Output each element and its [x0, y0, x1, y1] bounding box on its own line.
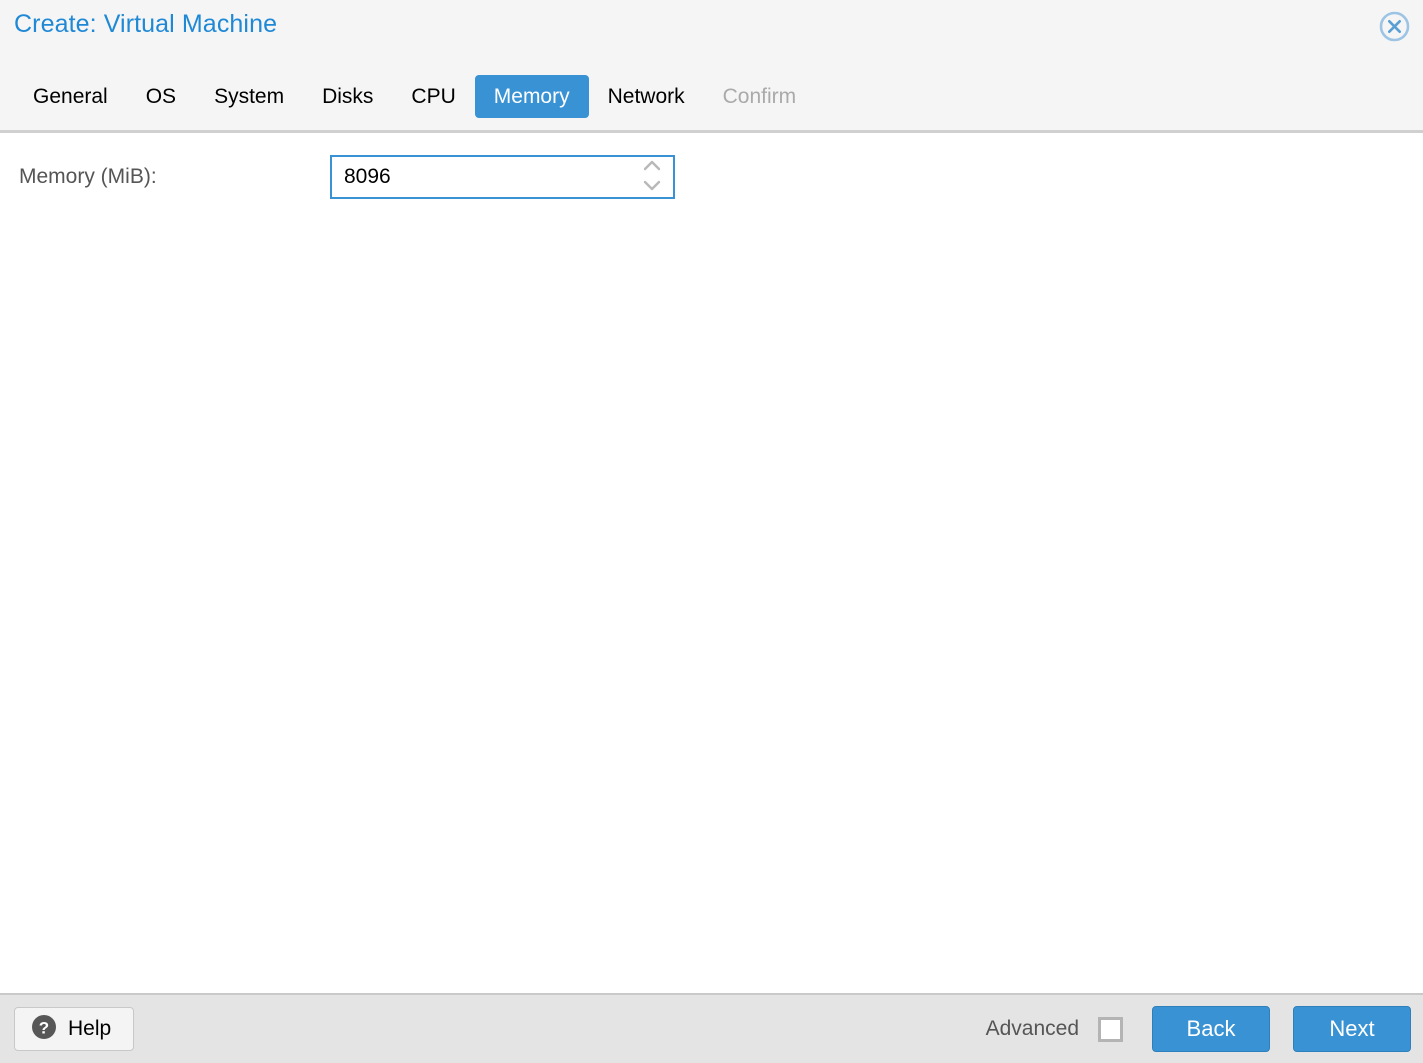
tab-os[interactable]: OS	[127, 75, 195, 118]
back-button[interactable]: Back	[1152, 1006, 1270, 1052]
help-button-label: Help	[68, 1017, 112, 1040]
close-icon[interactable]	[1379, 11, 1410, 42]
advanced-label: Advanced	[985, 1017, 1079, 1040]
tab-cpu[interactable]: CPU	[392, 75, 474, 118]
memory-spinner[interactable]	[641, 160, 663, 196]
dialog-body: Memory (MiB):	[0, 133, 1423, 993]
tab-disks[interactable]: Disks	[303, 75, 392, 118]
help-button[interactable]: ? Help	[14, 1007, 135, 1051]
memory-field[interactable]	[330, 155, 675, 199]
question-mark-circle-icon: ?	[31, 1014, 57, 1045]
chevron-up-icon[interactable]	[642, 159, 662, 177]
memory-label: Memory (MiB):	[19, 165, 157, 188]
wizard-tabs: General OS System Disks CPU Memory Netwo…	[0, 75, 815, 118]
footer-actions: Advanced Back Next	[986, 1006, 1411, 1052]
memory-input[interactable]	[332, 158, 622, 196]
dialog-header: Create: Virtual Machine General OS Syste…	[0, 0, 1423, 133]
create-vm-dialog: Create: Virtual Machine General OS Syste…	[0, 0, 1423, 1063]
tab-memory[interactable]: Memory	[474, 75, 589, 118]
svg-text:?: ?	[39, 1018, 49, 1037]
tab-confirm: Confirm	[722, 85, 797, 108]
next-button[interactable]: Next	[1293, 1006, 1411, 1052]
dialog-footer: ? Help Advanced Back Next	[0, 993, 1423, 1063]
tab-system[interactable]: System	[195, 75, 303, 118]
memory-form-row: Memory (MiB):	[0, 155, 675, 199]
tab-general[interactable]: General	[14, 75, 127, 118]
page-title: Create: Virtual Machine	[14, 10, 278, 38]
chevron-down-icon[interactable]	[642, 179, 662, 197]
advanced-checkbox[interactable]	[1098, 1016, 1123, 1042]
tab-network[interactable]: Network	[589, 75, 704, 118]
